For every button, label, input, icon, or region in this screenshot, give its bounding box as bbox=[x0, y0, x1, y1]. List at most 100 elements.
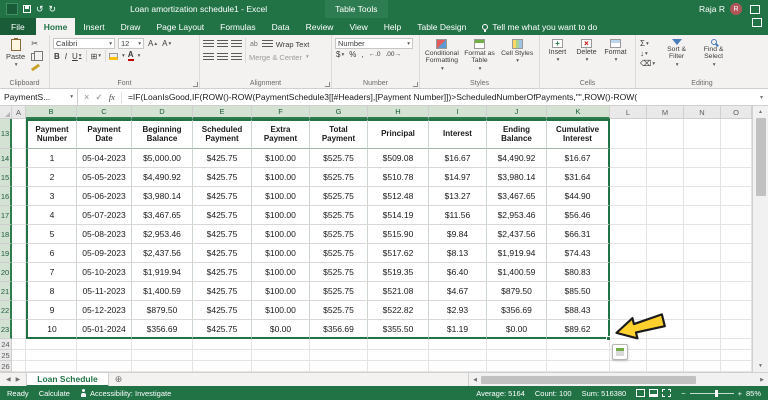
cell-H24[interactable] bbox=[368, 339, 429, 350]
grow-font-icon[interactable]: A ▴ bbox=[147, 39, 158, 48]
cell-F21[interactable]: $100.00 bbox=[252, 282, 310, 301]
redo-icon[interactable]: ↻ bbox=[49, 4, 57, 14]
cell-J22[interactable]: $356.69 bbox=[487, 301, 547, 320]
row-header-20[interactable]: 20 bbox=[0, 263, 12, 282]
cell-C20[interactable]: 05-10-2023 bbox=[77, 263, 132, 282]
cell-J23[interactable]: $0.00 bbox=[487, 320, 547, 339]
cell-G24[interactable] bbox=[310, 339, 368, 350]
cell-H15[interactable]: $510.78 bbox=[368, 168, 429, 187]
column-header-M[interactable]: M bbox=[647, 106, 684, 119]
cell-I13[interactable]: Interest bbox=[429, 119, 487, 149]
cell-N14[interactable] bbox=[684, 149, 721, 168]
normal-view-icon[interactable] bbox=[636, 389, 646, 397]
cell-O14[interactable] bbox=[721, 149, 752, 168]
cell-C21[interactable]: 05-11-2023 bbox=[77, 282, 132, 301]
cell-M19[interactable] bbox=[647, 244, 684, 263]
cell-I23[interactable]: $1.19 bbox=[429, 320, 487, 339]
column-header-D[interactable]: D bbox=[132, 106, 193, 119]
cell-B24[interactable] bbox=[26, 339, 77, 350]
cell-K19[interactable]: $74.43 bbox=[547, 244, 610, 263]
cell-M13[interactable] bbox=[647, 119, 684, 149]
cell-F23[interactable]: $0.00 bbox=[252, 320, 310, 339]
cell-O23[interactable] bbox=[721, 320, 752, 339]
cell-O21[interactable] bbox=[721, 282, 752, 301]
align-top-icon[interactable] bbox=[203, 40, 214, 48]
cell-C18[interactable]: 05-08-2023 bbox=[77, 225, 132, 244]
zoom-slider[interactable] bbox=[689, 389, 734, 397]
cell-K13[interactable]: Cumulative Interest bbox=[547, 119, 610, 149]
clear-icon[interactable]: ⌫ ▾ bbox=[639, 59, 656, 68]
cell-D22[interactable]: $879.50 bbox=[132, 301, 193, 320]
cell-D14[interactable]: $5,000.00 bbox=[132, 149, 193, 168]
cell-H17[interactable]: $514.19 bbox=[368, 206, 429, 225]
cell-E17[interactable]: $425.75 bbox=[193, 206, 252, 225]
cell-B22[interactable]: 9 bbox=[26, 301, 77, 320]
cell-A19[interactable] bbox=[12, 244, 26, 263]
cell-C22[interactable]: 05-12-2023 bbox=[77, 301, 132, 320]
column-header-B[interactable]: B bbox=[26, 106, 77, 119]
select-all-corner[interactable] bbox=[0, 106, 12, 119]
cell-B21[interactable]: 8 bbox=[26, 282, 77, 301]
format-painter-icon[interactable] bbox=[31, 63, 41, 72]
column-header-J[interactable]: J bbox=[487, 106, 547, 119]
cell-J18[interactable]: $2,437.56 bbox=[487, 225, 547, 244]
vertical-scrollbar[interactable]: ▲ ▼ bbox=[752, 106, 768, 372]
cell-O18[interactable] bbox=[721, 225, 752, 244]
column-header-A[interactable]: A bbox=[12, 106, 26, 119]
enter-icon[interactable]: ✓ bbox=[95, 92, 103, 103]
cell-N16[interactable] bbox=[684, 187, 721, 206]
cell-D18[interactable]: $2,953.46 bbox=[132, 225, 193, 244]
cell-I14[interactable]: $16.67 bbox=[429, 149, 487, 168]
tab-home[interactable]: Home bbox=[35, 18, 76, 35]
cell-C13[interactable]: Payment Date bbox=[77, 119, 132, 149]
cell-C26[interactable] bbox=[77, 361, 132, 372]
font-size-select[interactable]: 12 ▾ bbox=[118, 38, 144, 49]
row-header-25[interactable]: 25 bbox=[0, 350, 12, 361]
cell-L20[interactable] bbox=[610, 263, 647, 282]
cell-I24[interactable] bbox=[429, 339, 487, 350]
cell-L26[interactable] bbox=[610, 361, 647, 372]
cell-styles-button[interactable]: Cell Styles ▾ bbox=[498, 37, 536, 72]
row-header-21[interactable]: 21 bbox=[0, 282, 12, 301]
cell-I17[interactable]: $11.56 bbox=[429, 206, 487, 225]
paste-button[interactable]: Paste ▾ bbox=[3, 37, 28, 70]
cell-K20[interactable]: $80.83 bbox=[547, 263, 610, 282]
cell-D13[interactable]: Beginning Balance bbox=[132, 119, 193, 149]
cell-D17[interactable]: $3,467.65 bbox=[132, 206, 193, 225]
save-icon[interactable] bbox=[23, 5, 31, 13]
orientation-icon[interactable]: ab bbox=[249, 41, 259, 48]
align-middle-icon[interactable] bbox=[217, 40, 228, 48]
cell-A17[interactable] bbox=[12, 206, 26, 225]
cell-O25[interactable] bbox=[721, 350, 752, 361]
cell-H19[interactable]: $517.62 bbox=[368, 244, 429, 263]
cell-K18[interactable]: $66.31 bbox=[547, 225, 610, 244]
cell-G19[interactable]: $525.75 bbox=[310, 244, 368, 263]
vertical-scrollbar-thumb[interactable] bbox=[755, 118, 766, 196]
cell-D21[interactable]: $1,400.59 bbox=[132, 282, 193, 301]
tab-view[interactable]: View bbox=[341, 18, 375, 35]
cell-A23[interactable] bbox=[12, 320, 26, 339]
cell-N22[interactable] bbox=[684, 301, 721, 320]
cell-N15[interactable] bbox=[684, 168, 721, 187]
align-left-icon[interactable] bbox=[203, 53, 214, 61]
cell-A22[interactable] bbox=[12, 301, 26, 320]
cell-E16[interactable]: $425.75 bbox=[193, 187, 252, 206]
cell-F25[interactable] bbox=[252, 350, 310, 361]
scroll-down-icon[interactable]: ▼ bbox=[753, 360, 768, 372]
cell-M17[interactable] bbox=[647, 206, 684, 225]
merge-center-label[interactable]: Merge & Center bbox=[249, 53, 302, 62]
autosum-icon[interactable]: Σ ▾ bbox=[639, 39, 656, 48]
cell-G16[interactable]: $525.75 bbox=[310, 187, 368, 206]
column-header-I[interactable]: I bbox=[429, 106, 487, 119]
cell-N24[interactable] bbox=[684, 339, 721, 350]
cell-H21[interactable]: $521.08 bbox=[368, 282, 429, 301]
row-header-19[interactable]: 19 bbox=[0, 244, 12, 263]
cell-H22[interactable]: $522.82 bbox=[368, 301, 429, 320]
scroll-right-icon[interactable]: ▶ bbox=[756, 377, 768, 383]
cell-N19[interactable] bbox=[684, 244, 721, 263]
cell-N25[interactable] bbox=[684, 350, 721, 361]
cell-E21[interactable]: $425.75 bbox=[193, 282, 252, 301]
cell-L17[interactable] bbox=[610, 206, 647, 225]
cell-F15[interactable]: $100.00 bbox=[252, 168, 310, 187]
italic-icon[interactable]: I bbox=[64, 52, 68, 61]
